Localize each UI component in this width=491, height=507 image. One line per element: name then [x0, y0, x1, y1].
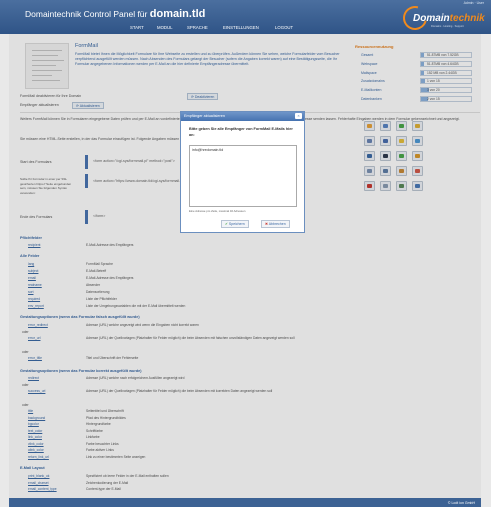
main-nav: START MODUL SPRACHE EINSTELLUNGEN LOGOUT [0, 22, 491, 34]
dialog-question: Bitte geben Sie alle Empfänger von FormM… [189, 127, 293, 137]
check-icon: ✔ [225, 222, 228, 226]
nav-modul[interactable]: MODUL [157, 25, 173, 30]
footer: © Lodt ion GmbH [9, 498, 481, 507]
recipients-dialog: Empfänger aktualisieren × Bitte geben Si… [180, 111, 305, 233]
cancel-button[interactable]: ✖ Abbrechen [261, 220, 290, 228]
cancel-icon: ✖ [265, 222, 268, 226]
admin-info[interactable]: Admin · User [464, 1, 484, 5]
dialog-title: Empfänger aktualisieren [181, 112, 304, 121]
close-icon[interactable]: × [295, 113, 302, 119]
panel-title: Domaintechnik Control Panel für domain.t… [25, 8, 206, 20]
save-button[interactable]: ✔ Speichern [221, 220, 249, 228]
nav-logout[interactable]: LOGOUT [275, 25, 293, 30]
top-header: Domaintechnik Control Panel für domain.t… [0, 0, 491, 35]
nav-sprache[interactable]: SPRACHE [187, 25, 208, 30]
nav-einstellungen[interactable]: EINSTELLUNGEN [223, 25, 259, 30]
modal-overlay [9, 34, 481, 498]
dialog-hint: Eine Adresse pro Zeile, maximal 40 Adres… [189, 209, 246, 213]
nav-start[interactable]: START [130, 25, 144, 30]
recipients-textarea[interactable] [189, 145, 297, 207]
